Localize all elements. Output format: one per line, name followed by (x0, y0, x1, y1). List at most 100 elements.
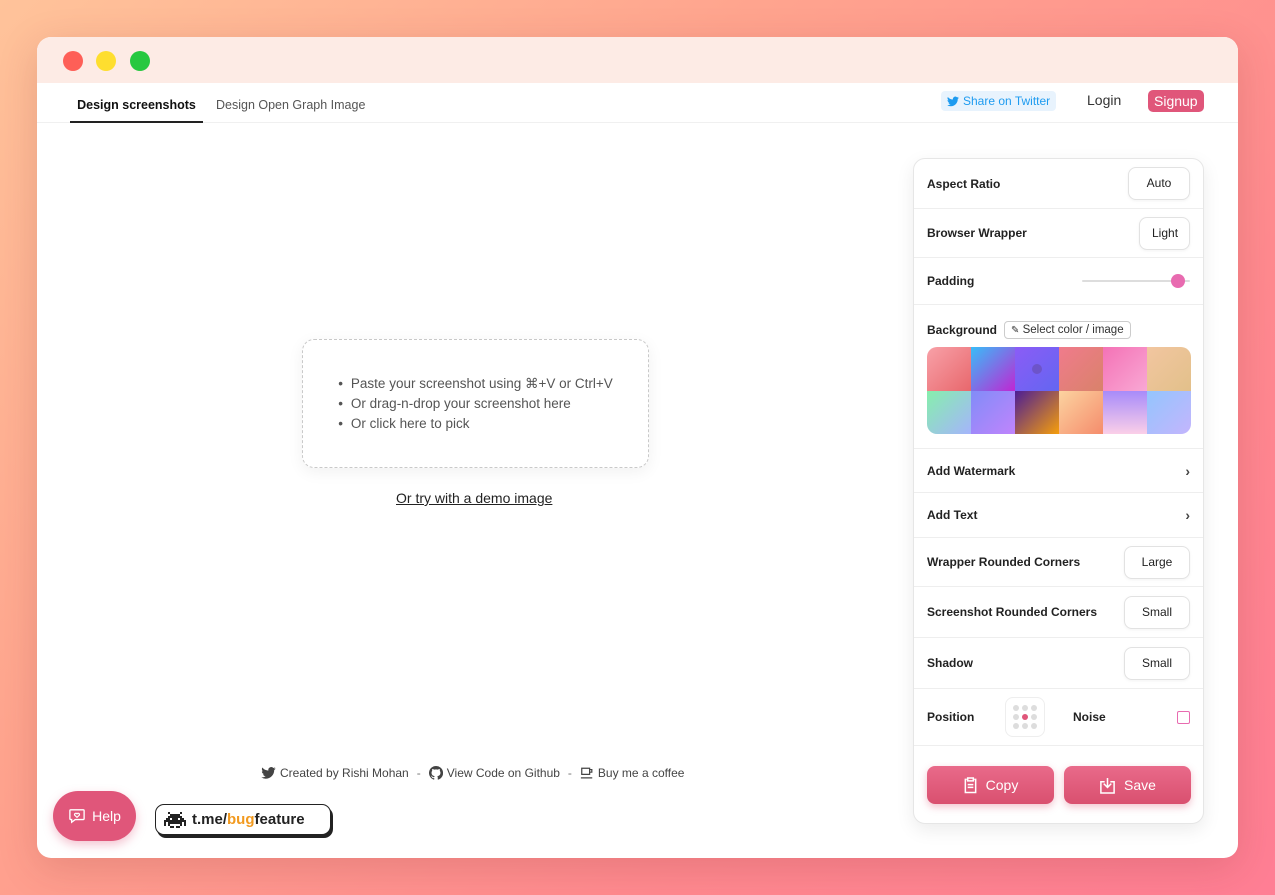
wrapper-corners-label: Wrapper Rounded Corners (927, 555, 1081, 569)
aspect-ratio-button[interactable]: Auto (1128, 167, 1190, 200)
browser-wrapper-label: Browser Wrapper (927, 226, 1027, 240)
list-item: Or click here to pick (338, 414, 613, 434)
screenshot-corners-label: Screenshot Rounded Corners (927, 605, 1098, 619)
position-grid[interactable] (1005, 697, 1045, 737)
background-swatch[interactable] (1147, 390, 1191, 434)
add-text-label: Add Text (927, 508, 978, 522)
space-invader-icon (164, 811, 186, 828)
watermark-label: Add Watermark (927, 463, 1016, 478)
background-swatch[interactable] (1015, 347, 1059, 391)
position-dot[interactable] (1012, 704, 1019, 711)
position-dot[interactable] (1031, 713, 1038, 720)
twitter-icon (947, 96, 959, 106)
shadow-button[interactable]: Small (1124, 646, 1190, 680)
copy-label: Copy (985, 777, 1019, 793)
github-label: View Code on Github (446, 766, 560, 780)
github-link[interactable]: View Code on Github (428, 766, 560, 780)
tab-design-screenshots[interactable]: Design screenshots (70, 83, 203, 123)
save-button[interactable]: Save (1064, 766, 1191, 804)
position-label: Position (927, 710, 975, 724)
shadow-label: Shadow (927, 656, 974, 670)
clipboard-icon (964, 776, 977, 793)
screenshot-corners-button[interactable]: Small (1124, 595, 1190, 629)
pencil-icon: ✎ (1011, 325, 1020, 336)
position-dot[interactable] (1031, 723, 1038, 730)
list-item: Or drag-n-drop your screenshot here (338, 394, 613, 414)
coffee-label: Buy me a coffee (597, 766, 685, 780)
maximize-window-button[interactable] (130, 51, 150, 71)
selected-indicator (1032, 363, 1042, 374)
padding-slider[interactable] (1082, 274, 1190, 288)
watermark-row[interactable]: Add Watermark › (914, 449, 1203, 493)
share-twitter-label: Share on Twitter (963, 94, 1051, 108)
telegram-highlight: bug (227, 811, 255, 828)
screenshot-dropzone[interactable]: Paste your screenshot using ⌘+V or Ctrl+… (302, 339, 649, 468)
telegram-label: t.me/bugfeature (192, 811, 305, 828)
help-label: Help (92, 808, 121, 824)
login-link[interactable]: Login (1087, 92, 1121, 108)
creator-link[interactable]: Created by Rishi Mohan (261, 766, 409, 780)
creator-label: Created by Rishi Mohan (280, 766, 409, 780)
close-window-button[interactable] (63, 51, 83, 71)
background-swatch[interactable] (1103, 390, 1147, 434)
chat-heart-icon (69, 809, 85, 824)
download-icon (1100, 777, 1115, 794)
noise-checkbox[interactable] (1177, 710, 1190, 724)
chevron-right-icon[interactable]: › (1185, 463, 1190, 479)
background-label: Background (927, 323, 998, 337)
share-twitter-button[interactable]: Share on Twitter (941, 91, 1057, 111)
footer-links: Created by Rishi Mohan - View Code on Gi… (261, 766, 684, 780)
separator: - (416, 766, 421, 780)
background-swatch[interactable] (1015, 390, 1059, 434)
position-dot[interactable] (1021, 713, 1028, 720)
background-swatch[interactable] (1059, 390, 1103, 434)
browser-window: Design screenshots Design Open Graph Ima… (37, 37, 1238, 858)
background-swatch[interactable] (971, 390, 1015, 434)
wrapper-corners-row: Wrapper Rounded Corners Large (914, 538, 1203, 587)
coffee-icon (580, 767, 593, 778)
aspect-ratio-label: Aspect Ratio (927, 176, 1001, 191)
select-color-label: Select color / image (1022, 324, 1124, 336)
wrapper-corners-button[interactable]: Large (1124, 545, 1190, 579)
twitter-icon (261, 767, 276, 779)
add-text-row[interactable]: Add Text › (914, 493, 1203, 538)
github-icon (428, 766, 443, 780)
padding-label: Padding (927, 274, 975, 288)
copy-button[interactable]: Copy (927, 766, 1054, 804)
background-swatch[interactable] (927, 390, 971, 434)
slider-thumb[interactable] (1171, 274, 1186, 288)
background-header: Background ✎ Select color / image (927, 321, 1131, 339)
shadow-row: Shadow Small (914, 638, 1203, 689)
title-bar (37, 37, 1238, 83)
save-label: Save (1124, 777, 1156, 793)
browser-wrapper-row: Browser Wrapper Light (914, 209, 1203, 258)
settings-panel: Aspect Ratio Auto Browser Wrapper Light … (913, 158, 1204, 824)
position-dot[interactable] (1021, 723, 1028, 730)
position-dot[interactable] (1012, 723, 1019, 730)
select-color-button[interactable]: ✎ Select color / image (1004, 321, 1131, 339)
background-swatch[interactable] (1059, 347, 1103, 391)
chevron-right-icon[interactable]: › (1185, 507, 1190, 523)
background-swatch[interactable] (1103, 347, 1147, 391)
background-swatch[interactable] (927, 347, 971, 391)
help-button[interactable]: Help (53, 791, 136, 841)
position-dot[interactable] (1021, 704, 1028, 711)
aspect-ratio-row: Aspect Ratio Auto (914, 159, 1203, 209)
background-swatches (927, 347, 1191, 434)
telegram-link[interactable]: t.me/bugfeature (155, 804, 331, 835)
background-swatch[interactable] (971, 347, 1015, 391)
demo-image-link[interactable]: Or try with a demo image (396, 490, 552, 506)
tab-design-og-image[interactable]: Design Open Graph Image (216, 83, 365, 123)
minimize-window-button[interactable] (96, 51, 116, 71)
browser-wrapper-button[interactable]: Light (1139, 216, 1190, 250)
padding-row: Padding (914, 258, 1203, 305)
signup-button[interactable]: Signup (1148, 90, 1204, 112)
telegram-suffix: feature (254, 811, 305, 828)
position-dot[interactable] (1012, 713, 1019, 720)
position-noise-row: Position Noise (914, 689, 1203, 746)
coffee-link[interactable]: Buy me a coffee (580, 766, 685, 780)
position-dot[interactable] (1031, 704, 1038, 711)
telegram-prefix: t.me/ (192, 811, 228, 828)
screenshot-corners-row: Screenshot Rounded Corners Small (914, 587, 1203, 638)
background-swatch[interactable] (1147, 347, 1191, 391)
